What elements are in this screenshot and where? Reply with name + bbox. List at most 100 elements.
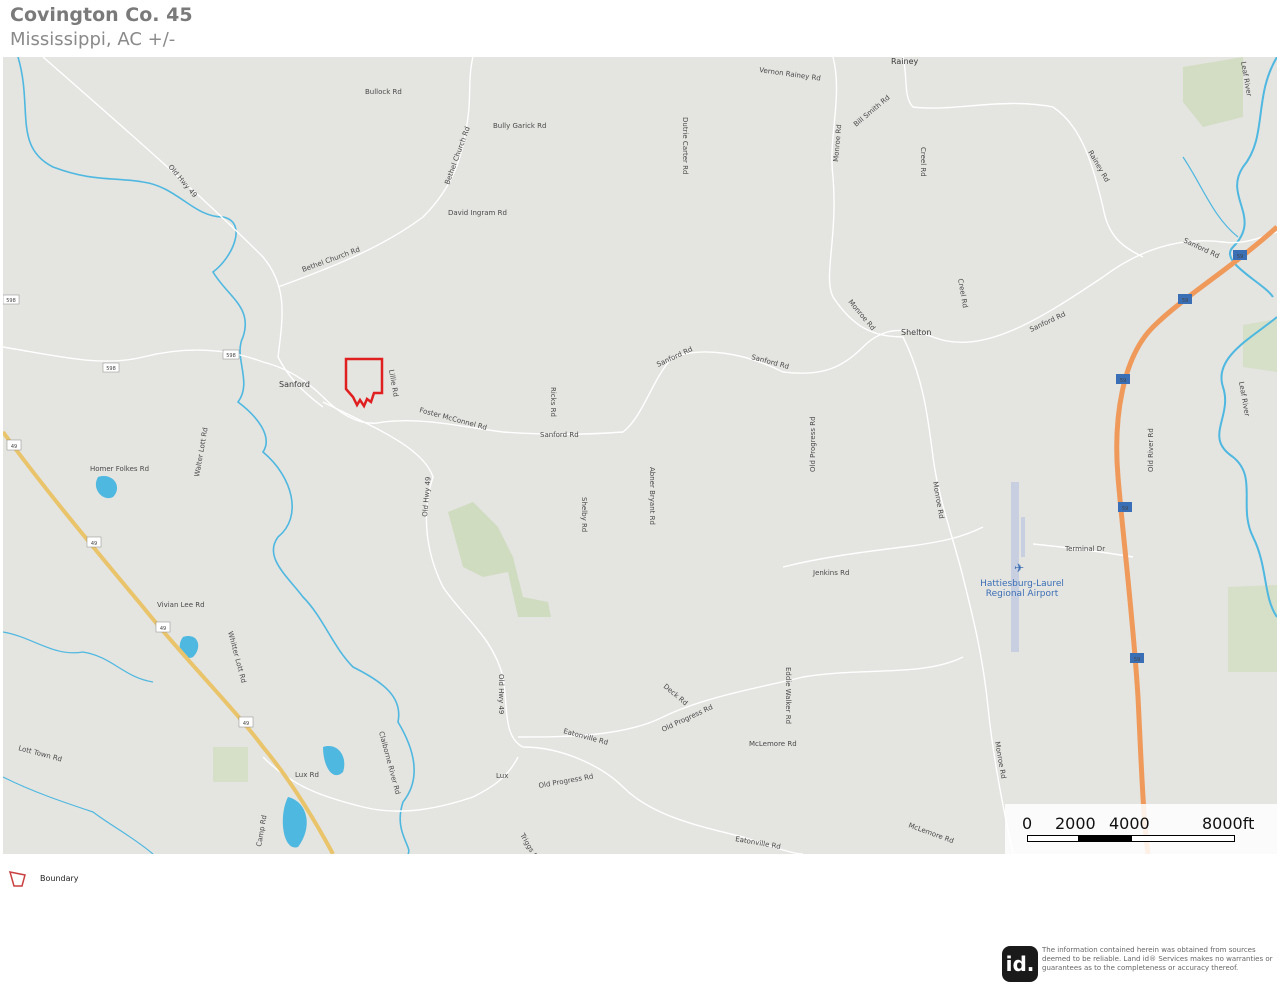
road-label: Rainey Rd [1086,149,1111,184]
road-label: Bullock Rd [365,88,402,96]
land-id-logo: id. [1002,946,1038,982]
road-label: Sanford Rd [540,431,579,439]
road-label: Old Progress Rd [809,416,817,472]
park-area [213,747,248,782]
road-label: Foster McConnel Rd [418,406,487,432]
route-shield: 49 [155,621,171,633]
road-label: Old River Rd [1147,428,1155,472]
road-sanford-foster [322,231,1277,435]
river [17,57,415,854]
road-rainey [902,57,1144,258]
river [3,776,154,854]
scale-label-8000: 8000ft [1202,814,1255,833]
route-shield: 49 [86,536,102,548]
us-49-highway [3,430,335,854]
road-label: Lux [496,772,508,780]
legend-boundary-label: Boundary [40,873,79,883]
road-label: Vivian Lee Rd [157,601,205,609]
airport-label-line1: Hattiesburg-Laurel [980,579,1064,589]
river-label: Leaf River [1237,381,1251,417]
airport-label-line2: Regional Airport [986,589,1059,599]
road-label: McLemore Rd [907,821,955,845]
scale-label-2000: 2000 [1055,814,1096,833]
river [1182,156,1239,238]
svg-text:59: 59 [1122,506,1128,512]
svg-text:598: 598 [6,298,16,304]
road-label: Walter Lott Rd [193,427,210,478]
map-subtitle: Mississippi, AC +/- [10,29,176,50]
route-shield: 49 [238,716,254,728]
road-label: Vernon Rainey Rd [759,66,822,83]
road-598 [3,346,324,398]
route-shield: 59 [1178,294,1192,304]
boundary-legend-icon [8,871,26,887]
svg-text:49: 49 [243,721,249,727]
road-label: Eatonville Rd [562,727,609,747]
route-shield: 598 [222,349,240,360]
road-label: Bethel Church Rd [443,126,471,186]
river [3,631,154,683]
place-label: Rainey [891,57,919,66]
park-area [1183,57,1243,127]
svg-text:59: 59 [1237,254,1243,260]
road-label: Terminal Dr [1064,545,1105,553]
property-boundary[interactable] [344,357,384,409]
park-area [1243,319,1277,372]
airport-icon: ✈ [1014,561,1024,575]
road-label: Ricks Rd [549,387,557,417]
svg-text:59: 59 [1182,298,1188,304]
lake [323,746,345,776]
route-shield: 49 [6,439,22,451]
road-label: Eddie Walker Rd [784,667,792,724]
svg-text:598: 598 [226,353,236,359]
map-svg: ✈ Hattiesburg-Laurel Regional Airport Ra… [3,57,1277,854]
road-label: Old Hwy 49 [166,163,198,199]
disclaimer-text: The information contained herein was obt… [1042,946,1273,972]
route-shield: 59 [1233,250,1247,260]
road-label: Whitter Lott Rd [226,630,248,684]
road-label: Abner Bryant Rd [648,467,656,525]
park-area [448,502,551,617]
road-label: Lux Rd [295,771,319,779]
road-label: Creel Rd [956,278,969,309]
place-label: Shelton [901,328,931,337]
road-label: Triggs Rd [518,831,541,854]
road-eatonville [517,656,964,738]
route-shield: 59 [1130,653,1144,663]
svg-text:49: 49 [11,444,17,450]
map-legend: Boundary [8,868,79,888]
road-label: Jenkins Rd [812,569,849,577]
road-label: Camp Rd [255,814,268,847]
place-label: Sanford [279,380,310,389]
svg-text:49: 49 [91,541,97,547]
road-label: Creel Rd [919,147,927,177]
route-shield: 59 [1116,374,1130,384]
road-label: Old Progress Rd [660,703,714,734]
road-label: Sanford Rd [655,345,693,369]
road-label: Homer Folkes Rd [90,465,149,473]
footer: id. The information contained herein was… [1002,946,1276,986]
road-label: Monroe Rd [931,481,945,519]
svg-text:598: 598 [106,366,116,372]
road-label: Eatonville Rd [735,835,782,851]
map-title: Covington Co. 45 [10,4,193,26]
scale-label-4000: 4000 [1109,814,1150,833]
road-label: Lott Town Rd [17,744,62,763]
lake [95,476,118,499]
road-label: Deck Rd [662,682,689,707]
road-label: Claiborne River Rd [377,730,402,795]
map-canvas[interactable]: ✈ Hattiesburg-Laurel Regional Airport Ra… [3,57,1277,854]
svg-text:59: 59 [1120,378,1126,384]
road-old-hwy-49-north [42,57,324,408]
svg-text:59: 59 [1134,657,1140,663]
road-label: Bully Garick Rd [493,122,546,130]
road-label: Bill Smith Rd [852,94,891,129]
airport-runway-2 [1021,517,1025,557]
svg-text:49: 49 [160,626,166,632]
road-label: Old Progress Rd [538,772,594,790]
road-label: Dutrie Carter Rd [681,117,689,174]
road-label: Sanford Rd [1028,310,1066,334]
scale-segment [1027,835,1079,842]
road-label: Lillie Rd [387,369,400,398]
route-shield: 59 [1118,502,1132,512]
